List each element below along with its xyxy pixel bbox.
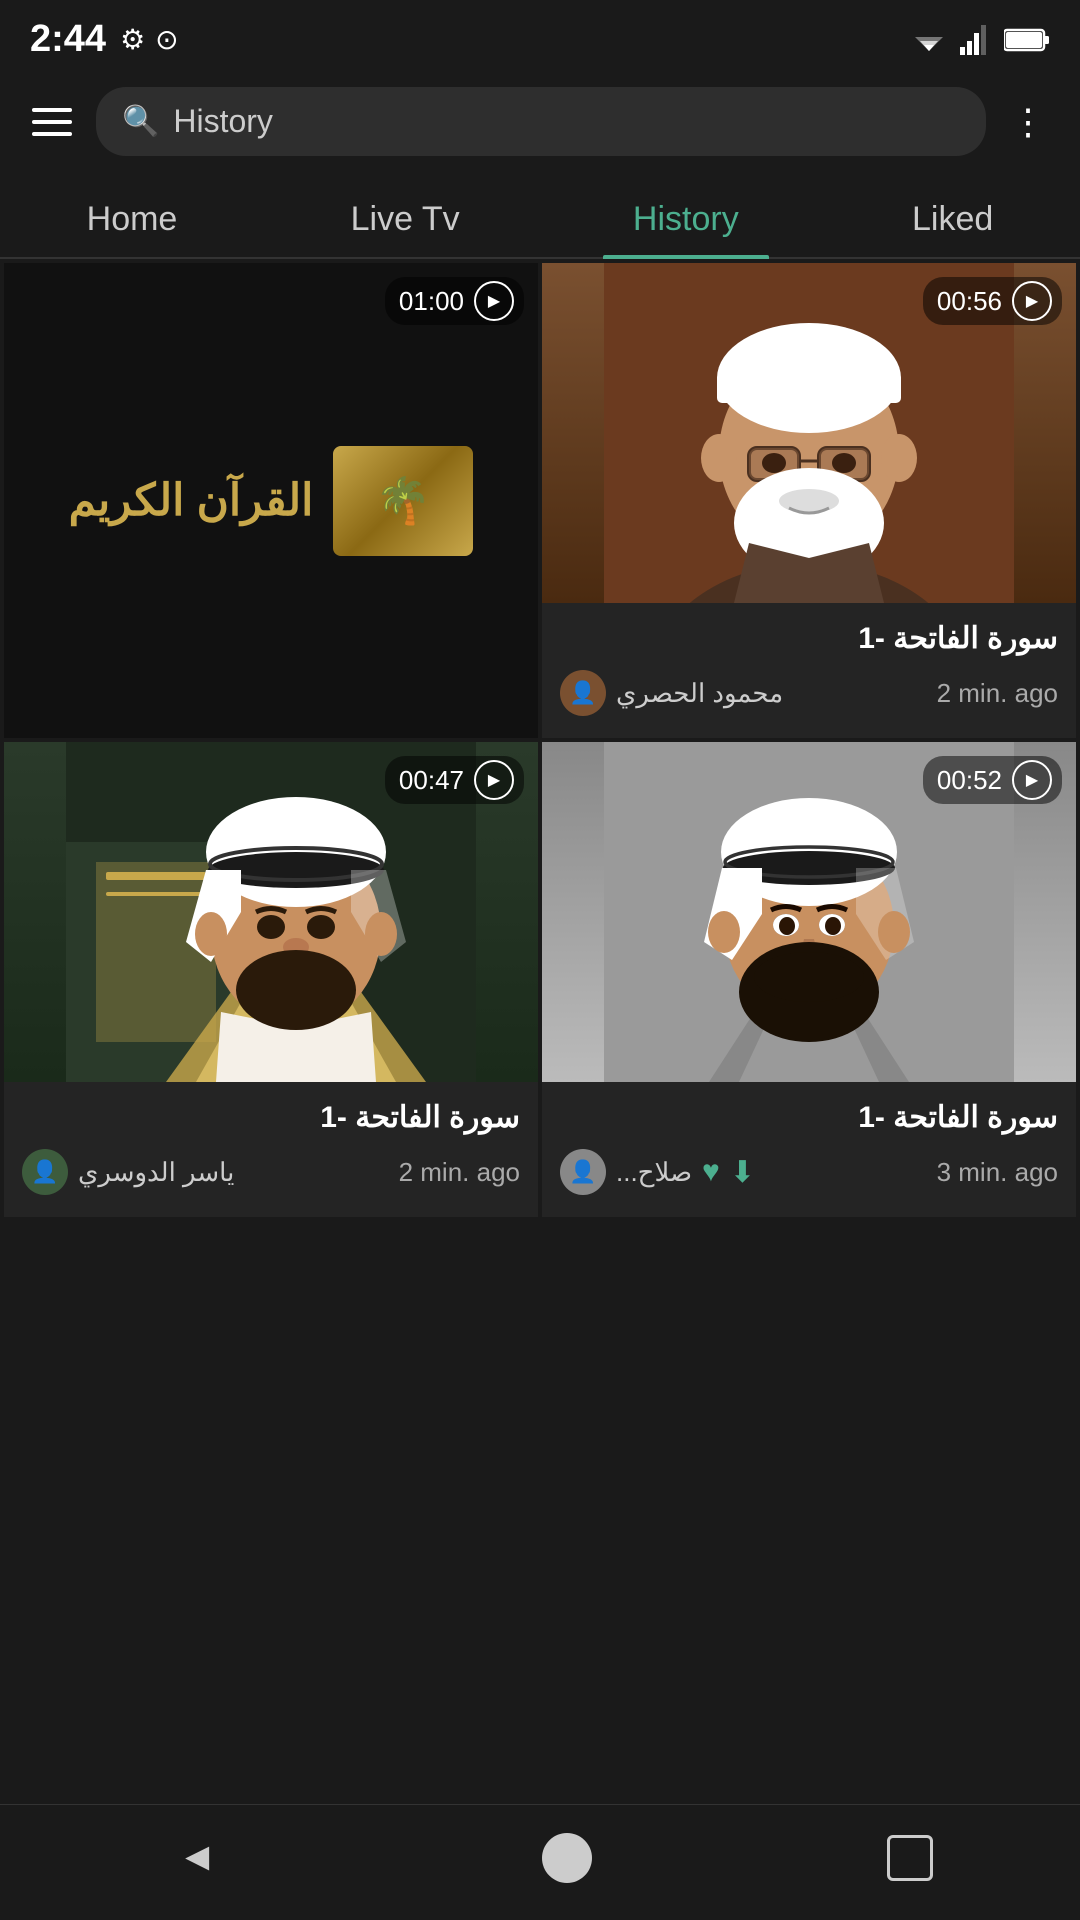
tab-history[interactable]: History [603, 182, 769, 257]
search-bar[interactable]: 🔍 History [96, 87, 986, 156]
wifi-icon [910, 25, 948, 55]
recent-apps-button[interactable] [887, 1835, 933, 1881]
status-right-icons [910, 25, 1050, 55]
tab-home[interactable]: Home [57, 182, 208, 257]
search-input-value: History [173, 103, 273, 140]
card-title-4: سورة الفاتحة -1 [560, 1100, 1058, 1135]
card-meta-2: 👤 محمود الحصري 2 min. ago [560, 670, 1058, 716]
card-author-3: 👤 ياسر الدوسري [22, 1149, 234, 1195]
card-meta-4: 👤 صلاح... ♥ ⬇ 3 min. ago [560, 1149, 1058, 1195]
menu-line-1 [32, 108, 72, 112]
author-name-3: ياسر الدوسري [78, 1157, 234, 1188]
author-name-2: محمود الحصري [616, 678, 783, 709]
video-card-salah[interactable]: 00:52 ▶ سورة الفاتحة -1 👤 صلاح... ♥ ⬇ 3 … [542, 742, 1076, 1217]
thumbnail-salah: 00:52 ▶ [542, 742, 1076, 1082]
tab-liked[interactable]: Liked [882, 182, 1023, 257]
tabs-container: Home Live Tv History Liked [0, 172, 1080, 259]
play-button-2[interactable]: ▶ [1012, 281, 1052, 321]
card-title-2: سورة الفاتحة -1 [560, 621, 1058, 656]
author-avatar-2: 👤 [560, 670, 606, 716]
thumbnail-makkah: القرآن الكريم 01:00 ▶ [4, 263, 538, 738]
heart-icon-4: ♥ [702, 1155, 720, 1189]
header: 🔍 History ⋮ [0, 71, 1080, 172]
menu-button[interactable] [24, 100, 80, 144]
menu-line-2 [32, 120, 72, 124]
play-button-4[interactable]: ▶ [1012, 760, 1052, 800]
duration-badge-3: 00:47 ▶ [385, 756, 524, 804]
card-title-3: سورة الفاتحة -1 [22, 1100, 520, 1135]
duration-badge-1: 01:00 ▶ [385, 277, 524, 325]
status-bar: 2:44 ⚙ ⊙ [0, 0, 1080, 71]
back-button[interactable]: ◄ [147, 1825, 247, 1890]
play-button-1[interactable]: ▶ [474, 281, 514, 321]
card-info-2: سورة الفاتحة -1 👤 محمود الحصري 2 min. ag… [542, 603, 1076, 738]
thumbnail-hussary: 00:56 ▶ [542, 263, 1076, 603]
download-status-icon: ⊙ [155, 23, 178, 56]
search-icon: 🔍 [122, 104, 159, 139]
content-grid: القرآن الكريم 01:00 ▶ Makkah Live TV 📺 L… [0, 259, 1080, 1221]
quran-arabic-text: القرآن الكريم [69, 475, 314, 526]
bottom-nav: ◄ [0, 1804, 1080, 1920]
duration-text-2: 00:56 [937, 286, 1002, 317]
signal-icon [960, 25, 992, 55]
download-icon-4: ⬇ [730, 1155, 755, 1190]
author-name-4: صلاح... [616, 1157, 692, 1188]
video-card-dossari[interactable]: 00:47 ▶ سورة الفاتحة -1 👤 ياسر الدوسري 2… [4, 742, 538, 1217]
play-button-3[interactable]: ▶ [474, 760, 514, 800]
duration-badge-4: 00:52 ▶ [923, 756, 1062, 804]
duration-text-1: 01:00 [399, 286, 464, 317]
battery-icon [1004, 27, 1050, 53]
card-meta-icons-4: ♥ ⬇ [702, 1155, 755, 1190]
thumbnail-dossari: 00:47 ▶ [4, 742, 538, 1082]
quran-emblem [333, 446, 473, 556]
tab-livetv[interactable]: Live Tv [321, 182, 490, 257]
video-card-makkah[interactable]: القرآن الكريم 01:00 ▶ Makkah Live TV 📺 L… [4, 263, 538, 738]
more-options-button[interactable]: ⋮ [1002, 93, 1056, 151]
card-info-4: سورة الفاتحة -1 👤 صلاح... ♥ ⬇ 3 min. ago [542, 1082, 1076, 1217]
card-time-2: 2 min. ago [937, 678, 1058, 709]
settings-icon: ⚙ [120, 23, 145, 56]
card-author-4: 👤 صلاح... ♥ ⬇ [560, 1149, 755, 1195]
menu-line-3 [32, 132, 72, 136]
video-card-hussary[interactable]: 00:56 ▶ سورة الفاتحة -1 👤 محمود الحصري 2… [542, 263, 1076, 738]
card-meta-3: 👤 ياسر الدوسري 2 min. ago [22, 1149, 520, 1195]
author-avatar-4: 👤 [560, 1149, 606, 1195]
status-time: 2:44 [30, 18, 106, 61]
card-info-3: سورة الفاتحة -1 👤 ياسر الدوسري 2 min. ag… [4, 1082, 538, 1217]
duration-badge-2: 00:56 ▶ [923, 277, 1062, 325]
duration-text-3: 00:47 [399, 765, 464, 796]
card-time-4: 3 min. ago [937, 1157, 1058, 1188]
card-author-2: 👤 محمود الحصري [560, 670, 783, 716]
author-avatar-3: 👤 [22, 1149, 68, 1195]
duration-text-4: 00:52 [937, 765, 1002, 796]
card-time-3: 2 min. ago [399, 1157, 520, 1188]
home-button[interactable] [542, 1833, 592, 1883]
